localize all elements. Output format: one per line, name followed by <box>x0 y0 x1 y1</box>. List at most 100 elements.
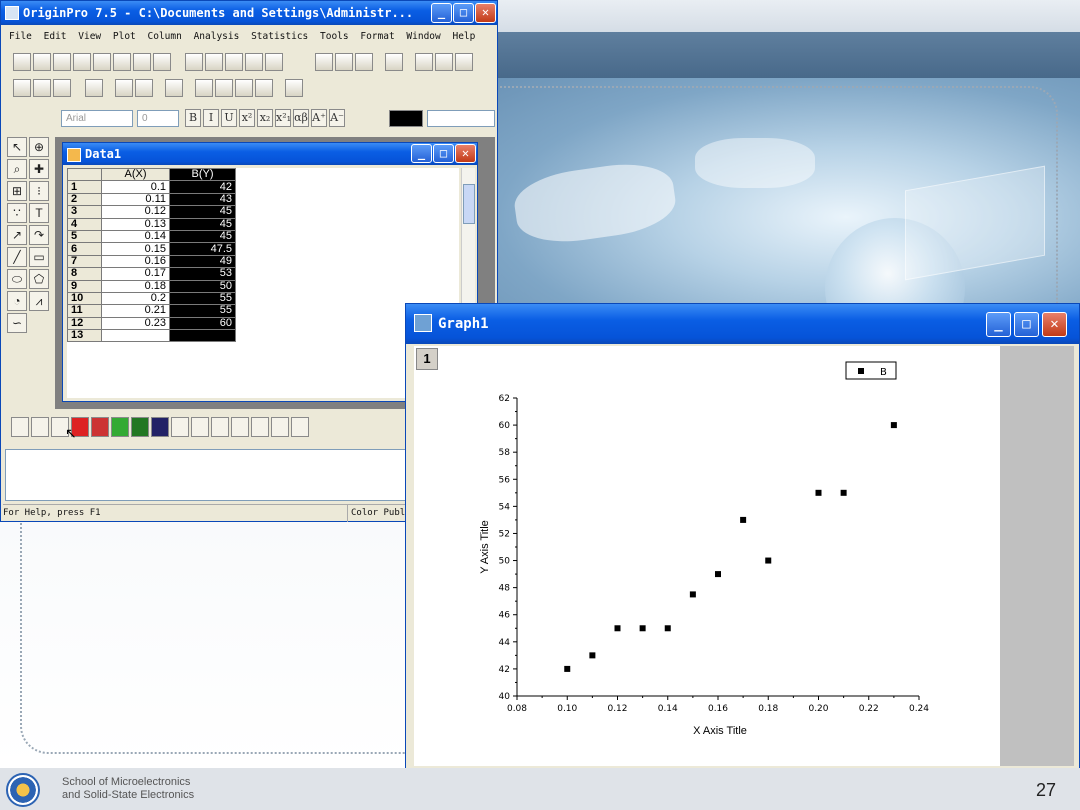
worksheet-grid[interactable]: A(X) B(Y) 1 0.1 42 2 0.11 43 3 0.12 45 4 0.13 45 5 0.… <box>67 168 459 398</box>
cell-a[interactable]: 0.12 <box>101 205 170 219</box>
menu-statistics[interactable]: Statistics <box>251 27 308 47</box>
text-tool-icon[interactable]: T <box>29 203 49 223</box>
table-row[interactable]: 12 0.23 60 <box>67 316 236 331</box>
worksheet-minimize-button[interactable]: _ <box>411 144 432 163</box>
row-number[interactable]: 7 <box>67 254 102 269</box>
cell-a[interactable]: 0.14 <box>101 229 170 244</box>
vector-plot-icon[interactable] <box>231 417 249 437</box>
refresh-icon[interactable] <box>385 53 403 71</box>
line-tool-icon[interactable]: ╱ <box>7 247 27 267</box>
menu-window[interactable]: Window <box>406 27 440 47</box>
corner-cell[interactable] <box>67 168 102 182</box>
table-row[interactable]: 10 0.2 55 <box>67 291 236 306</box>
smith-chart-icon[interactable] <box>211 417 229 437</box>
layer-tab[interactable]: 1 <box>416 348 438 370</box>
menu-column[interactable]: Column <box>148 27 182 47</box>
layer-icon[interactable] <box>435 53 453 71</box>
graph-close-button[interactable]: ✕ <box>1042 312 1067 337</box>
row-number[interactable]: 13 <box>67 329 102 343</box>
cell-b[interactable]: 43 <box>169 192 236 207</box>
cell-a[interactable]: 0.11 <box>101 192 170 207</box>
open-excel-icon[interactable] <box>225 53 243 71</box>
scatter-plot-icon[interactable] <box>31 417 49 437</box>
results-log-icon[interactable] <box>215 79 233 97</box>
subscript-button[interactable]: x₂ <box>257 109 273 127</box>
menu-tools[interactable]: Tools <box>320 27 349 47</box>
ternary-plot-icon[interactable] <box>191 417 209 437</box>
line-style-select[interactable] <box>427 110 495 127</box>
zoom-icon[interactable]: ⊕ <box>29 137 49 157</box>
cell-a[interactable]: 0.2 <box>101 291 170 306</box>
row-number[interactable]: 8 <box>67 267 102 281</box>
zoom-tool-icon[interactable]: ⌕ <box>7 159 27 179</box>
pie-plot-icon[interactable] <box>111 417 129 437</box>
zoom-in-icon[interactable] <box>315 53 333 71</box>
arrow-tool-icon[interactable]: ↗ <box>7 225 27 245</box>
high-low-icon[interactable] <box>251 417 269 437</box>
table-row[interactable]: 8 0.17 53 <box>67 267 236 281</box>
cell-a[interactable]: 0.16 <box>101 254 170 269</box>
save-icon[interactable] <box>245 53 263 71</box>
polyline-tool-icon[interactable]: ⩘ <box>29 291 49 311</box>
table-row[interactable]: 11 0.21 55 <box>67 304 236 318</box>
table-row[interactable]: 7 0.16 49 <box>67 254 236 269</box>
cell-b[interactable]: 45 <box>169 229 236 244</box>
row-number[interactable]: 3 <box>67 205 102 219</box>
project-explorer-icon[interactable] <box>195 79 213 97</box>
print-icon[interactable] <box>85 79 103 97</box>
scatter-chart[interactable]: 0.08 0.10 0.12 0.14 0.16 0.18 0.20 0.22 0.24 40 42… <box>414 346 1000 766</box>
row-number[interactable]: 2 <box>67 192 102 207</box>
add-text-icon[interactable] <box>285 79 303 97</box>
row-number[interactable]: 1 <box>67 180 102 194</box>
curved-arrow-icon[interactable]: ↷ <box>29 225 49 245</box>
script-window-icon[interactable] <box>235 79 253 97</box>
bold-button[interactable]: B <box>185 109 201 127</box>
font-size-select[interactable]: 0 <box>137 110 179 127</box>
graph-minimize-button[interactable]: _ <box>986 312 1011 337</box>
new-notes-icon[interactable] <box>153 53 171 71</box>
mask-icon[interactable]: ∵ <box>7 203 27 223</box>
menu-view[interactable]: View <box>78 27 101 47</box>
list-icon[interactable] <box>135 79 153 97</box>
duplicate-icon[interactable] <box>415 53 433 71</box>
row-number[interactable]: 9 <box>67 279 102 293</box>
template-library-icon[interactable] <box>291 417 309 437</box>
superscript-button[interactable]: x² <box>239 109 255 127</box>
cell-b[interactable]: 55 <box>169 304 236 318</box>
cell-a[interactable]: 0.17 <box>101 267 170 281</box>
column-header-a[interactable]: A(X) <box>101 168 170 182</box>
code-builder-icon[interactable] <box>255 79 273 97</box>
italic-button[interactable]: I <box>203 109 219 127</box>
data-selector-icon[interactable]: ⊞ <box>7 181 27 201</box>
freehand-tool-icon[interactable]: ∽ <box>7 313 27 333</box>
row-number[interactable]: 5 <box>67 229 102 244</box>
fill-area-icon[interactable] <box>151 417 169 437</box>
row-number[interactable]: 10 <box>67 291 102 306</box>
row-numbers-icon[interactable] <box>33 79 51 97</box>
underline-button[interactable]: U <box>221 109 237 127</box>
greek-button[interactable]: αβ <box>293 109 309 127</box>
worksheet-close-button[interactable]: ✕ <box>455 144 476 163</box>
maximize-button[interactable]: □ <box>453 3 474 23</box>
cell-b[interactable]: 53 <box>169 267 236 281</box>
graph-maximize-button[interactable]: □ <box>1014 312 1039 337</box>
open-icon[interactable] <box>185 53 203 71</box>
menu-help[interactable]: Help <box>452 27 475 47</box>
new-layout-icon[interactable] <box>133 53 151 71</box>
cell-b[interactable]: 50 <box>169 279 236 293</box>
table-row[interactable]: 1 0.1 42 <box>67 180 236 194</box>
cell-a[interactable]: 0.23 <box>101 316 170 331</box>
cell-b[interactable]: 45 <box>169 217 236 231</box>
table-row[interactable]: 5 0.14 45 <box>67 229 236 244</box>
menu-file[interactable]: File <box>9 27 32 47</box>
cell-a[interactable]: 0.21 <box>101 304 170 318</box>
region-tool-icon[interactable]: ◔ <box>7 291 27 311</box>
line-plot-icon[interactable] <box>11 417 29 437</box>
cell-b[interactable]: 42 <box>169 180 236 194</box>
menu-analysis[interactable]: Analysis <box>194 27 240 47</box>
table-row[interactable]: 3 0.12 45 <box>67 205 236 219</box>
save-template-icon[interactable] <box>265 53 283 71</box>
column-header-b[interactable]: B(Y) <box>169 168 236 182</box>
font-name-select[interactable]: Arial <box>61 110 133 127</box>
cell-b[interactable]: 45 <box>169 205 236 219</box>
